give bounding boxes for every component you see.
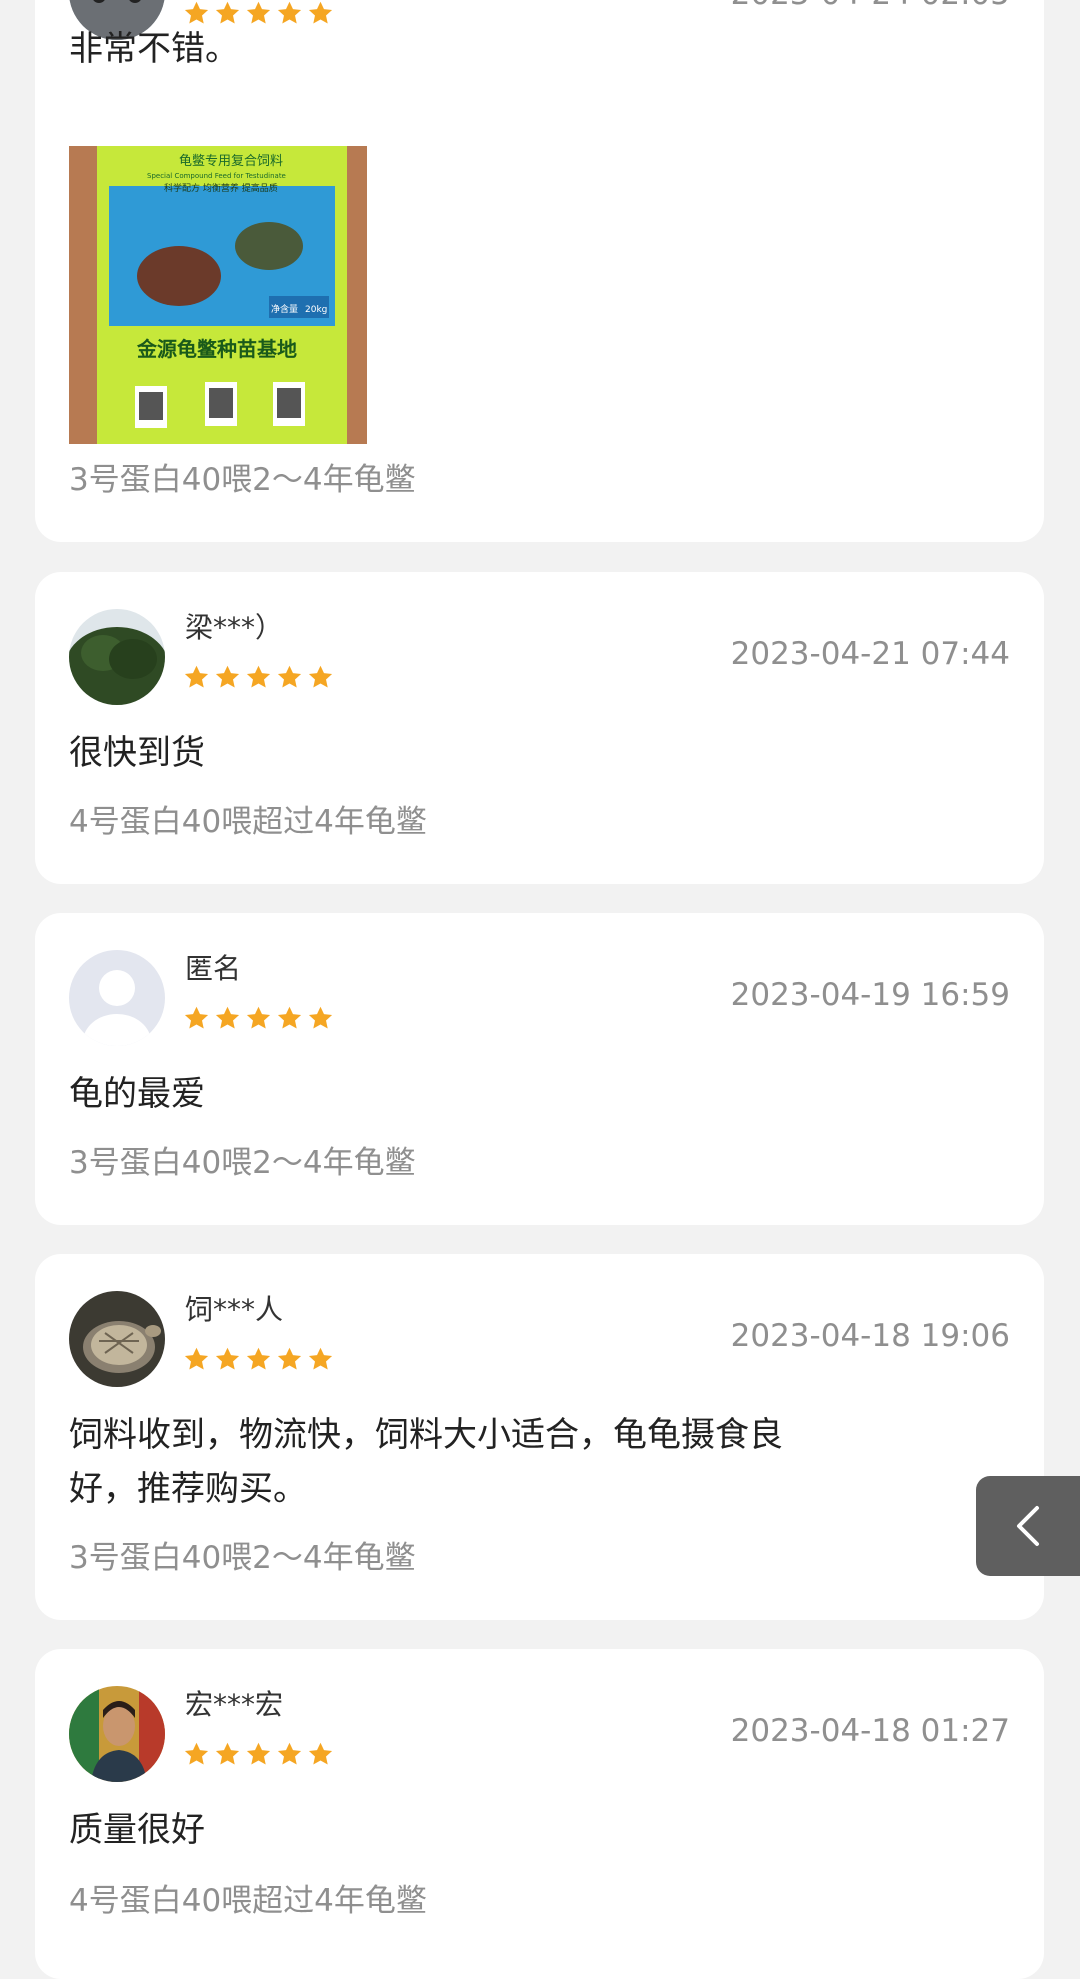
- photo-weight: 20kg: [305, 305, 327, 315]
- username: 宏***宏: [185, 1688, 284, 1721]
- review-date: 2023-04-18 01:27: [730, 1713, 1010, 1749]
- star-icon: [307, 664, 334, 691]
- star-icon: [214, 1741, 241, 1768]
- star-icon: [214, 664, 241, 691]
- review-comment: 龟的最爱: [69, 1074, 205, 1114]
- product-spec: 4号蛋白40喂超过4年龟鳖: [69, 804, 427, 840]
- review-card: 匿名 2023-04-19 16:59 龟的最爱 3号蛋白40喂2～4年龟鳖: [35, 913, 1044, 1225]
- star-icon: [307, 1741, 334, 1768]
- rating-stars: [183, 664, 334, 692]
- avatar[interactable]: [69, 950, 165, 1046]
- review-comment: 质量很好: [69, 1810, 205, 1850]
- star-icon: [276, 664, 303, 691]
- star-icon: [183, 1005, 210, 1032]
- review-date: 2023-04-18 19:06: [730, 1318, 1010, 1354]
- username: 饲***人: [185, 1293, 284, 1326]
- photo-brand: 金源龟鳖种苗基地: [136, 337, 297, 361]
- review-date: 2023-04-24 02:05: [731, 0, 1010, 14]
- product-spec: 4号蛋白40喂超过4年龟鳖: [69, 1883, 427, 1919]
- star-icon: [214, 1346, 241, 1373]
- review-comment: 很快到货: [69, 733, 205, 773]
- star-icon: [183, 1346, 210, 1373]
- photo-subtitle: Special Compound Feed for Testudinate: [147, 172, 286, 180]
- review-date: 2023-04-19 16:59: [730, 977, 1010, 1013]
- star-icon: [276, 1005, 303, 1032]
- review-card: 2023-04-24 02:05 非常不错。 龟鳖专用复合饲料 Special …: [35, 0, 1044, 542]
- star-icon: [245, 1741, 272, 1768]
- rating-stars: [183, 1741, 334, 1769]
- rating-stars: [183, 1005, 334, 1033]
- photo-tagline: 科学配方 均衡营养 提高品质: [164, 182, 278, 194]
- product-spec: 3号蛋白40喂2～4年龟鳖: [69, 462, 416, 498]
- star-icon: [276, 1741, 303, 1768]
- product-spec: 3号蛋白40喂2～4年龟鳖: [69, 1540, 416, 1576]
- review-comment: 饲料收到，物流快，饲料大小适合，龟龟摄食良好，推荐购买。: [69, 1415, 783, 1509]
- product-spec: 3号蛋白40喂2～4年龟鳖: [69, 1145, 416, 1181]
- back-button[interactable]: [976, 1476, 1080, 1576]
- star-icon: [183, 1741, 210, 1768]
- review-comment: 非常不错。: [69, 29, 239, 69]
- avatar[interactable]: [69, 1291, 165, 1387]
- avatar[interactable]: [69, 1686, 165, 1782]
- star-icon: [214, 1005, 241, 1032]
- username: 梁***）: [185, 611, 284, 644]
- star-icon: [245, 1005, 272, 1032]
- photo-title: 龟鳖专用复合饲料: [179, 154, 283, 169]
- star-icon: [245, 1346, 272, 1373]
- username: 匿名: [185, 952, 242, 985]
- review-card: 宏***宏 2023-04-18 01:27 质量很好 4号蛋白40喂超过4年龟…: [35, 1649, 1044, 1979]
- review-photo[interactable]: 龟鳖专用复合饲料 Special Compound Feed for Testu…: [69, 146, 367, 444]
- star-icon: [245, 664, 272, 691]
- star-icon: [276, 1346, 303, 1373]
- review-card: 梁***） 2023-04-21 07:44 很快到货 4号蛋白40喂超过4年龟…: [35, 572, 1044, 884]
- photo-weight-label: 净含量: [271, 303, 298, 315]
- chevron-left-icon: [1017, 1506, 1039, 1546]
- avatar[interactable]: [69, 609, 165, 705]
- review-date: 2023-04-21 07:44: [730, 636, 1010, 672]
- rating-stars: [183, 1346, 334, 1374]
- star-icon: [307, 1005, 334, 1032]
- review-card: 饲***人 2023-04-18 19:06 饲料收到，物流快，饲料大小适合，龟…: [35, 1254, 1044, 1620]
- star-icon: [183, 664, 210, 691]
- star-icon: [307, 1346, 334, 1373]
